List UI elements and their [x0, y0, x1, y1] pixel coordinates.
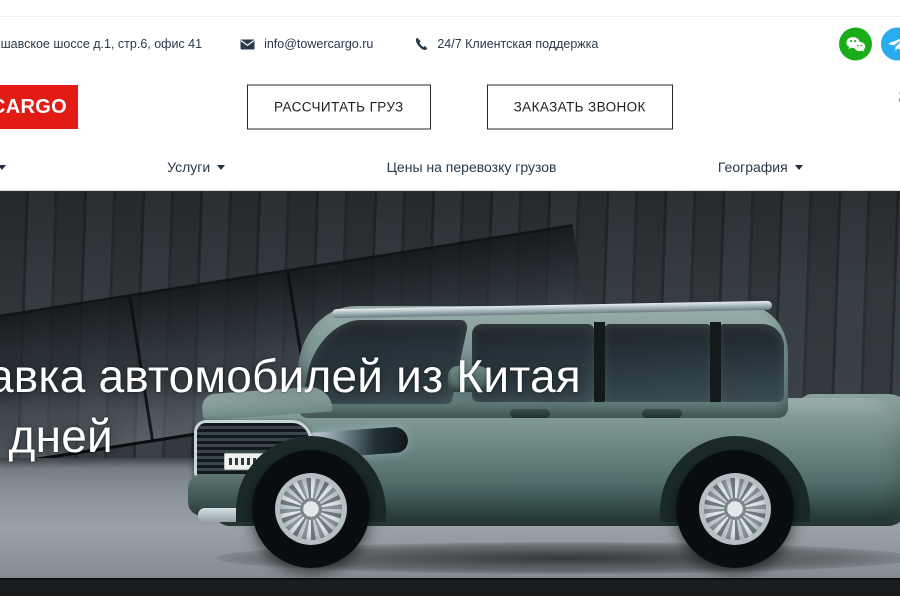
car-rear-wheel [676, 450, 794, 568]
email-text: info@towercargo.ru [264, 37, 374, 51]
nav-item-geography[interactable]: География [718, 159, 803, 175]
car-quarter-window [720, 324, 784, 402]
site-logo[interactable]: R CARGO [0, 85, 78, 129]
chevron-down-icon [217, 165, 226, 170]
car-door-handle [642, 409, 682, 418]
company-address: ва, Варшавское шоссе д.1, стр.6, офис 41 [0, 37, 202, 51]
wechat-icon[interactable] [839, 27, 872, 61]
wheel-hub [724, 498, 746, 520]
hero-banner: ставка автомобилей из Китая 14 дней [0, 191, 900, 596]
hero-headline-line2: 14 дней [0, 410, 113, 462]
phone-icon [415, 37, 428, 51]
car-front-wheel [252, 450, 370, 568]
support-contact[interactable]: 24/7 Клиентская поддержка [415, 37, 598, 51]
calculate-cargo-button[interactable]: РАССЧИТАТЬ ГРУЗ [247, 84, 431, 130]
mail-icon [240, 39, 255, 50]
top-info-bar: ва, Варшавское шоссе д.1, стр.6, офис 41… [0, 17, 900, 71]
nav-label: Услуги [167, 158, 211, 175]
address-text: ва, Варшавское шоссе д.1, стр.6, офис 41 [0, 37, 203, 51]
car-b-pillar [594, 322, 605, 402]
order-callback-button[interactable]: ЗАКАЗАТЬ ЗВОНОК [486, 84, 673, 130]
hero-headline-line1: ставка автомобилей из Китая [0, 350, 581, 402]
nav-item-services[interactable]: Услуги [167, 158, 226, 175]
email-contact[interactable]: info@towercargo.ru [240, 37, 373, 51]
chevron-down-icon [0, 165, 6, 170]
chevron-down-icon [794, 165, 803, 170]
nav-label: География [717, 158, 788, 175]
page-top-strip [0, 0, 900, 17]
telegram-icon[interactable] [881, 27, 900, 61]
nav-label: Цены на перевозку грузов [386, 158, 557, 175]
hero-bottom-strip [0, 578, 900, 596]
car-rear-window [604, 324, 712, 402]
main-navigation: ставка Услуги Цены на перевозку грузов Г… [0, 143, 900, 191]
nav-item-delivery[interactable]: ставка [0, 159, 6, 175]
car-c-pillar [710, 322, 721, 402]
hero-headline: ставка автомобилей из Китая 14 дней [0, 346, 581, 466]
logo-text: R CARGO [0, 95, 67, 118]
social-links [839, 27, 900, 61]
wheel-hub [300, 498, 322, 520]
site-header: R CARGO РАССЧИТАТЬ ГРУЗ ЗАКАЗАТЬ ЗВОНОК … [0, 71, 900, 143]
header-actions: РАССЧИТАТЬ ГРУЗ ЗАКАЗАТЬ ЗВОНОК [247, 84, 673, 130]
nav-item-prices[interactable]: Цены на перевозку грузов [387, 159, 557, 175]
support-text: 24/7 Клиентская поддержка [437, 37, 599, 51]
